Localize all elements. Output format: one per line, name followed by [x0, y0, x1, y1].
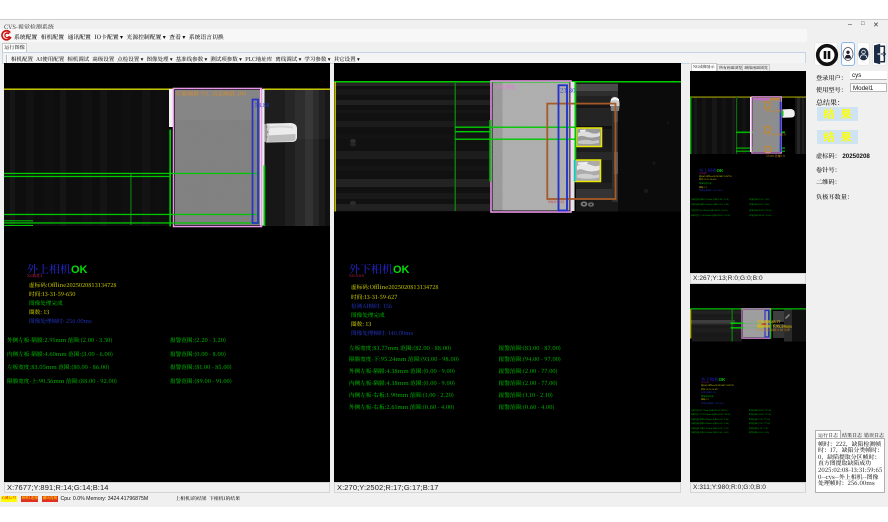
svg-text:53.88 区域2 0: 53.88 区域2 0: [766, 153, 785, 158]
svg-text:53.88 区域2 0: 53.88 区域2 0: [767, 132, 786, 137]
svg-text:NG:0 0:35: NG:0 0:35: [548, 199, 564, 204]
svg-text:外侧左板-隔膜:4.38 范围: 外侧左板-隔膜:4.38 范围: [757, 328, 790, 332]
svg-text:23.80: 23.80: [560, 86, 576, 95]
svg-text:AI检测框: AI检测框: [494, 83, 517, 91]
svg-text:53.88 区域2: 53.88 区域2: [766, 108, 783, 113]
svg-text:灯箱阈值:93, 动态阈值:100: 灯箱阈值:93, 动态阈值:100: [176, 90, 246, 98]
svg-text:53.88: 53.88: [255, 100, 270, 109]
